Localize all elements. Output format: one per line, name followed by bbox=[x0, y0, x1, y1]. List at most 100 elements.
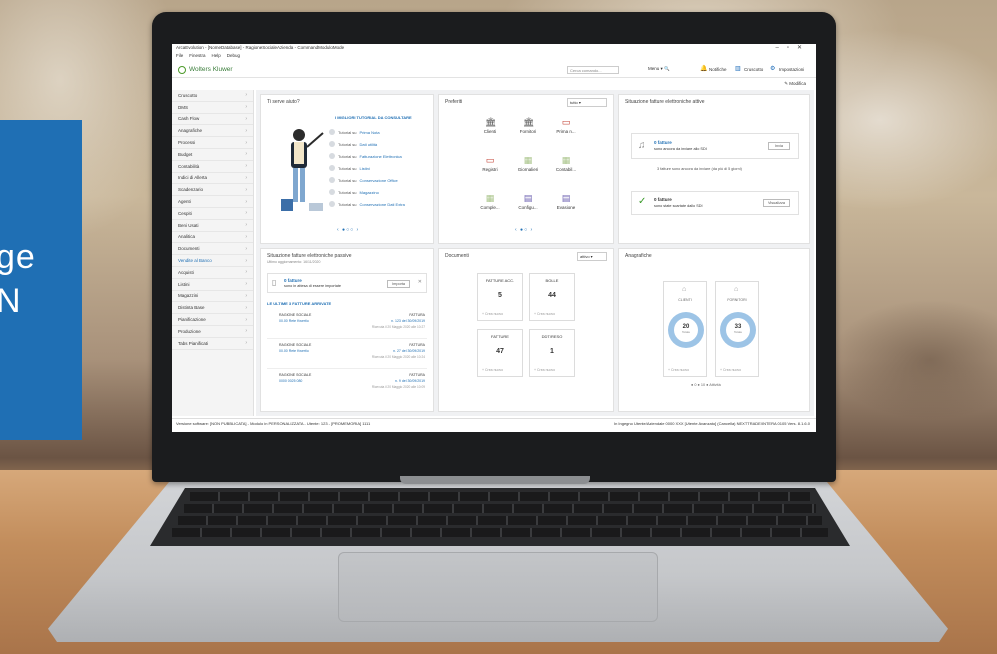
sidebar-item[interactable]: DMS › bbox=[172, 102, 253, 114]
document-tile[interactable]: FATTURE 47 + Crea nuovo bbox=[477, 329, 523, 377]
chevron-right-icon: › bbox=[245, 139, 247, 146]
favorites-pager[interactable]: ‹ ●○ › bbox=[515, 227, 533, 233]
status-left: Versione software: [NON PUBBLICATA] - Mo… bbox=[176, 421, 371, 426]
sidebar-item[interactable]: Cruscotto › bbox=[172, 90, 253, 102]
complete-icon: ▦ bbox=[485, 193, 495, 203]
tutorial-item[interactable]: Tutorial su Listini bbox=[329, 165, 370, 171]
menu-debug[interactable]: Debug bbox=[227, 53, 240, 59]
tutorial-card: Ti serve aiuto? I MIGLIORI TUTORIAL DA C… bbox=[260, 94, 434, 244]
tutorial-card-title: Ti serve aiuto? bbox=[267, 99, 300, 105]
window-controls[interactable]: –▫✕ bbox=[776, 44, 811, 51]
accounting-icon: ▦ bbox=[561, 155, 571, 165]
sidebar-item[interactable]: Tabs Pianificati › bbox=[172, 338, 253, 350]
chevron-right-icon: › bbox=[245, 174, 247, 181]
brand-logo-icon bbox=[178, 65, 186, 74]
sidebar-item[interactable]: Cash Flow › bbox=[172, 114, 253, 126]
menu-finestra[interactable]: Finestra bbox=[189, 53, 205, 59]
favorites-filter-select[interactable]: tutto ▾ bbox=[567, 98, 607, 107]
sidebar-item[interactable]: Magazzini › bbox=[172, 291, 253, 303]
config-icon: ▤ bbox=[523, 193, 533, 203]
chevron-right-icon: › bbox=[245, 292, 247, 299]
menu-file[interactable]: File bbox=[176, 53, 183, 59]
sidebar-item[interactable]: Beni Usati › bbox=[172, 220, 253, 232]
documents-filter-select[interactable]: attivo ▾ bbox=[577, 252, 607, 261]
einvoice-import-box: ▯ 0 fatture sono in attesa di essere imp… bbox=[267, 273, 427, 293]
chart-icon[interactable]: ▥ bbox=[735, 65, 741, 72]
cruscotto-link[interactable]: Cruscotto bbox=[744, 67, 763, 72]
app-header: Wolters Kluwer Cerca comando... Menu ▾ 🔍… bbox=[172, 62, 816, 78]
anagrafiche-legend: ● 0 ● 10 ● Attività bbox=[691, 383, 721, 387]
settings-link[interactable]: Impostazioni bbox=[779, 67, 804, 72]
view-button[interactable]: Visualizza bbox=[762, 199, 790, 207]
sidebar-item[interactable]: Scadenzario › bbox=[172, 184, 253, 197]
sidebar-item[interactable]: Contabilità › bbox=[172, 161, 253, 173]
last-update: Ultimo aggiornamento: 16/11/2020 bbox=[267, 260, 321, 264]
chevron-right-icon: › bbox=[245, 115, 247, 122]
sidebar-item[interactable]: Produzione › bbox=[172, 326, 253, 338]
promo-line-1: ge bbox=[0, 238, 36, 276]
tutorial-item[interactable]: Tutorial su Dati utilità bbox=[329, 141, 377, 147]
send-button[interactable]: Invia bbox=[767, 142, 790, 150]
tutorial-item[interactable]: Tutorial su Conservazione Dati Extra bbox=[329, 201, 405, 207]
invoice-row[interactable]: RAGIONE SOCIALE 00.00 Rete Kwertio FATTU… bbox=[267, 311, 427, 339]
documents-card-title: Documenti bbox=[445, 253, 469, 259]
einvoice-passive-card: Situazione fatture elettroniche passive … bbox=[260, 248, 434, 412]
sidebar-item[interactable]: Budget › bbox=[172, 149, 253, 161]
anagrafiche-card: Anagrafiche ⌂ CLIENTI 20 Totale + Crea nu… bbox=[618, 248, 810, 412]
favorite-tile[interactable]: ▤ Configu... bbox=[513, 193, 543, 210]
favorite-tile[interactable]: ▦ Comple... bbox=[475, 193, 505, 210]
favorite-tile[interactable]: ▦ Contabil... bbox=[551, 155, 581, 172]
einvoice-passive-title: Situazione fatture elettroniche passive bbox=[267, 253, 352, 259]
favorite-tile[interactable]: ▭ Registri bbox=[475, 155, 505, 172]
einvoice-note: 3 fatture sono ancora da inviare (da più… bbox=[657, 167, 742, 171]
laptop-keyboard bbox=[150, 488, 850, 546]
favorite-tile[interactable]: 🏛 Clienti bbox=[475, 117, 505, 134]
bell-icon[interactable]: 🔔 bbox=[700, 65, 707, 72]
import-button[interactable]: Importa bbox=[387, 280, 410, 288]
favorite-tile[interactable]: ▦ Giornalieri bbox=[513, 155, 543, 172]
einvoice-to-send-box: ♫ 0 fatture sono ancora da inviare allo … bbox=[631, 133, 799, 159]
document-tile[interactable]: FATTURE ACC. 5 + Crea nuovo bbox=[477, 273, 523, 321]
menu-help[interactable]: Help bbox=[212, 53, 221, 59]
sidebar-item[interactable]: Distinta Base › bbox=[172, 302, 253, 315]
sidebar-item[interactable]: Cespiti › bbox=[172, 208, 253, 220]
sidebar-item[interactable]: Documenti › bbox=[172, 243, 253, 256]
tutorial-illustration bbox=[281, 129, 324, 211]
edit-button[interactable]: ✎ Modifica bbox=[784, 81, 806, 87]
sidebar-item[interactable]: Acquisti › bbox=[172, 267, 253, 279]
tutorial-item[interactable]: Tutorial su Prima Nota bbox=[329, 129, 380, 135]
invoice-row[interactable]: RAGIONE SOCIALE 0000 0025 080 FATTURA n.… bbox=[267, 371, 427, 399]
anagrafiche-card-title: Anagrafiche bbox=[625, 253, 652, 259]
sidebar-item[interactable]: Pianificazione › bbox=[172, 314, 253, 326]
promo-text: ge N bbox=[0, 235, 36, 323]
tutorial-pager[interactable]: ‹ ●○○ › bbox=[337, 227, 359, 233]
chevron-right-icon: › bbox=[245, 210, 247, 217]
suppliers-donut: 33 Totale bbox=[720, 312, 756, 348]
notifications-link[interactable]: Notifiche bbox=[709, 67, 727, 72]
favorite-tile[interactable]: 🏛 Fornitori bbox=[513, 117, 543, 134]
command-search-input[interactable]: Cerca comando... bbox=[567, 66, 619, 74]
gear-icon[interactable]: ⚙ bbox=[770, 65, 775, 72]
clients-tile[interactable]: ⌂ CLIENTI 20 Totale + Crea nuovo bbox=[663, 281, 707, 377]
favorite-tile[interactable]: ▤ Evasione bbox=[551, 193, 581, 210]
sidebar-item[interactable]: Listini › bbox=[172, 279, 253, 291]
invoice-row[interactable]: RAGIONE SOCIALE 00.00 Rete Kwertio FATTU… bbox=[267, 341, 427, 369]
laptop-hinge bbox=[400, 476, 590, 484]
sidebar-item[interactable]: Vendite al Banco › bbox=[172, 255, 253, 267]
sidebar-item[interactable]: Indici di Allerta › bbox=[172, 173, 253, 185]
tutorial-item[interactable]: Tutorial su Conservazione Office bbox=[329, 177, 398, 183]
suppliers-tile[interactable]: ⌂ FORNITORI 33 Totale + Crea nuovo bbox=[715, 281, 759, 377]
favorite-tile[interactable]: ▭ Prima n... bbox=[551, 117, 581, 134]
sidebar-item[interactable]: Processi › bbox=[172, 137, 253, 149]
document-tile[interactable]: BOLLE 44 + Crea nuovo bbox=[529, 273, 575, 321]
close-icon[interactable]: ✕ bbox=[418, 279, 422, 285]
sidebar-item[interactable]: Anagrafiche › bbox=[172, 125, 253, 138]
tutorial-item[interactable]: Tutorial su Fatturazione Elettronica bbox=[329, 153, 402, 159]
sidebar-item[interactable]: Analitica › bbox=[172, 232, 253, 244]
dispatch-icon: ▤ bbox=[561, 193, 571, 203]
tutorial-item[interactable]: Tutorial su Magazzino bbox=[329, 189, 379, 195]
menu-select[interactable]: Menu ▾ 🔍 bbox=[648, 66, 670, 72]
document-tile[interactable]: DDT/RESO 1 + Crea nuovo bbox=[529, 329, 575, 377]
sidebar-item[interactable]: Agenti › bbox=[172, 196, 253, 208]
trackpad bbox=[338, 552, 658, 622]
